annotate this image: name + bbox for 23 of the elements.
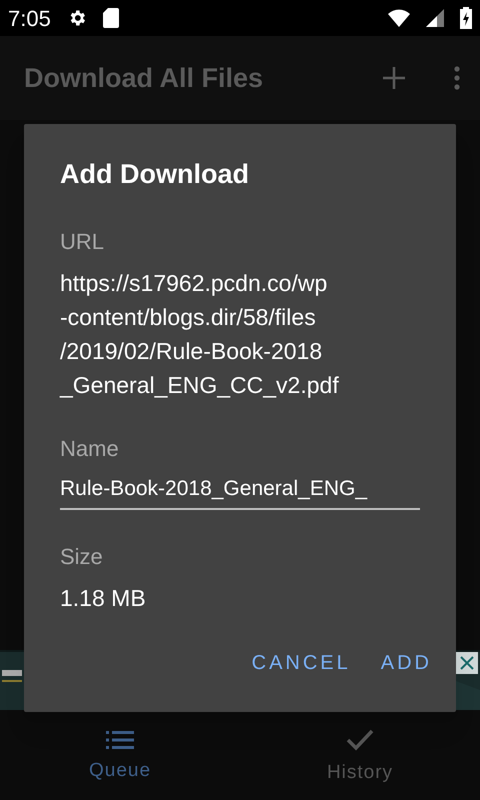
nav-tab[interactable]: Queue (0, 716, 240, 800)
field-label: URL (60, 228, 106, 256)
dialog-button[interactable]: ADD (370, 642, 442, 684)
status-time: 7:05 (8, 4, 51, 32)
signal-icon (426, 9, 444, 27)
name-input-field[interactable]: Rule-Book-2018_General_ENG_ (60, 472, 420, 510)
field-value: 1.18 MB (60, 584, 147, 613)
sd-card-icon (102, 8, 119, 28)
check-icon (346, 728, 374, 751)
plus-icon[interactable] (382, 66, 406, 90)
close-icon (459, 655, 475, 671)
dialog-button[interactable]: CANCEL (242, 642, 361, 684)
list-icon (106, 730, 134, 749)
field-value: https://s17962.pcdn.co/wp -content/blogs.dir/58/files /2019/02/Rule-Book-2018 _General_ENG_CC_v2.pdf (60, 268, 340, 400)
wifi-icon (388, 9, 410, 27)
app-title: Download All Files (24, 62, 264, 95)
more-icon[interactable] (454, 66, 460, 90)
battery-charging-icon (460, 7, 472, 29)
field-label: Size (60, 543, 104, 571)
dialog-title: Add Download (60, 158, 250, 191)
field-label: Name (60, 434, 120, 462)
close-ad-button[interactable] (456, 652, 478, 674)
nav-tab[interactable]: History (240, 716, 480, 800)
